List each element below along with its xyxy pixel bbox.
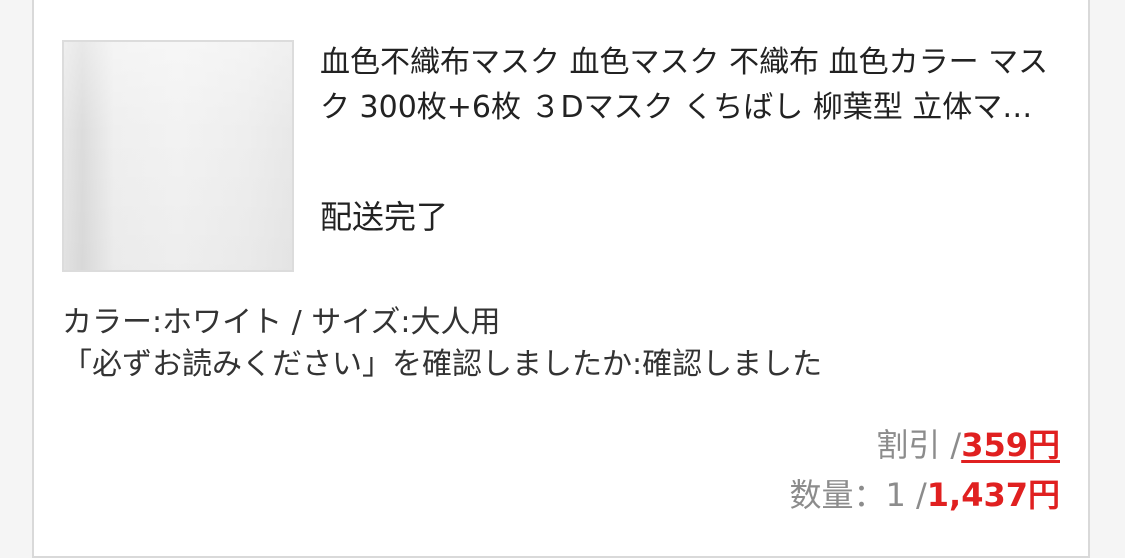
discount-value-link[interactable]: 359円 [961, 420, 1060, 470]
quantity-line: 数量：1 / 1,437円 [789, 470, 1060, 520]
discount-line: 割引 / 359円 [789, 420, 1060, 470]
product-thumbnail[interactable] [62, 40, 294, 272]
quantity-label: 数量：1 / [789, 476, 927, 514]
order-item-card[interactable]: 血色不織布マスク 血色マスク 不織布 血色カラー マスク 300枚+6枚 ３Dマ… [32, 0, 1090, 558]
thumbnail-image [64, 42, 292, 270]
total-price: 1,437円 [926, 476, 1060, 514]
price-summary: 割引 / 359円 数量：1 / 1,437円 [789, 420, 1060, 520]
discount-label: 割引 / [876, 426, 962, 464]
product-options: カラー:ホワイト / サイズ:大人用 「必ずお読みください」を確認しましたか:確… [62, 302, 1062, 386]
delivery-status: 配送完了 [320, 198, 449, 236]
option-confirmation: 「必ずお読みください」を確認しましたか:確認しました [62, 347, 823, 382]
product-title[interactable]: 血色不織布マスク 血色マスク 不織布 血色カラー マスク 300枚+6枚 ３Dマ… [320, 40, 1050, 130]
option-color-size: カラー:ホワイト / サイズ:大人用 [62, 305, 501, 340]
